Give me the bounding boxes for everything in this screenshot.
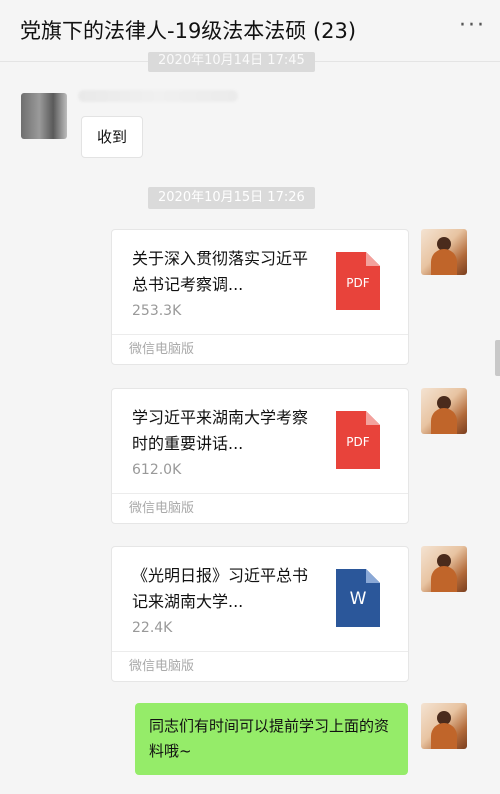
scrollbar-handle[interactable] xyxy=(495,340,500,376)
file-name: 关于深入贯彻落实习近平总书记考察调... xyxy=(132,249,309,294)
message-bubble-received[interactable]: 收到 xyxy=(81,116,143,158)
file-message-card[interactable]: 学习近平来湖南大学考察时的重要讲话... 612.0K PDF 微信电脑版 xyxy=(111,388,409,524)
file-name: 学习近平来湖南大学考察时的重要讲话... xyxy=(132,408,309,453)
timestamp-partial: 2020年10月14日 17:45 xyxy=(148,52,315,72)
file-type-label: PDF xyxy=(346,276,370,290)
file-type-label: W xyxy=(349,589,367,609)
more-options-icon[interactable]: ··· xyxy=(459,15,486,37)
file-source: 微信电脑版 xyxy=(112,651,408,682)
file-size: 22.4K xyxy=(132,620,173,636)
file-type-label: PDF xyxy=(346,435,370,449)
my-avatar[interactable] xyxy=(421,229,467,275)
timestamp: 2020年10月15日 17:26 xyxy=(148,187,315,209)
sender-name-blurred xyxy=(78,90,238,102)
file-source: 微信电脑版 xyxy=(112,493,408,524)
file-size: 612.0K xyxy=(132,462,182,478)
word-icon: W xyxy=(336,569,380,627)
pdf-icon: PDF xyxy=(336,411,380,469)
pdf-icon: PDF xyxy=(336,252,380,310)
my-avatar[interactable] xyxy=(421,388,467,434)
my-avatar[interactable] xyxy=(421,546,467,592)
file-source: 微信电脑版 xyxy=(112,334,408,365)
chat-title: 党旗下的法律人-19级法本法硕 (23) xyxy=(20,19,357,43)
message-bubble-sent[interactable]: 同志们有时间可以提前学习上面的资料哦~ xyxy=(135,703,408,775)
my-avatar[interactable] xyxy=(421,703,467,749)
file-size: 253.3K xyxy=(132,303,182,319)
sender-avatar[interactable] xyxy=(21,93,67,139)
file-name: 《光明日报》习近平总书记来湖南大学... xyxy=(132,566,309,611)
file-message-card[interactable]: 《光明日报》习近平总书记来湖南大学... 22.4K W 微信电脑版 xyxy=(111,546,409,682)
file-message-card[interactable]: 关于深入贯彻落实习近平总书记考察调... 253.3K PDF 微信电脑版 xyxy=(111,229,409,365)
